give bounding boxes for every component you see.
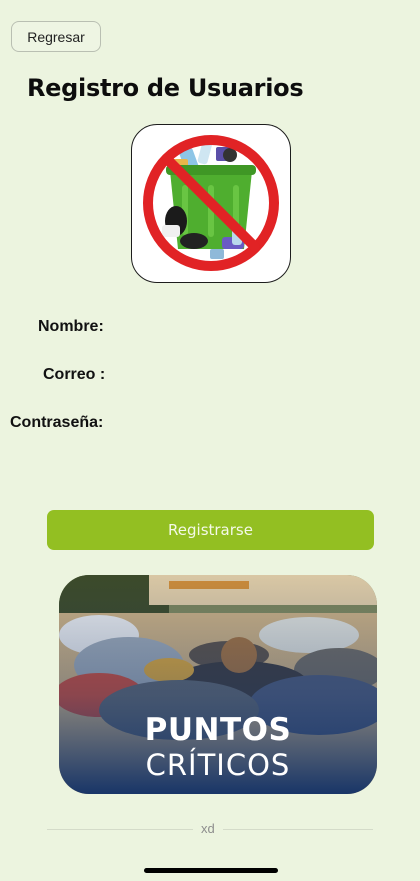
banner-subtitle: CRÍTICOS xyxy=(145,748,291,782)
password-input[interactable] xyxy=(112,411,372,435)
password-label: Contraseña: xyxy=(10,414,104,431)
email-input[interactable] xyxy=(112,363,372,387)
register-button[interactable]: Registrarse xyxy=(47,510,374,550)
no-trash-icon xyxy=(143,135,279,271)
no-trash-logo xyxy=(131,124,291,283)
footer-text: xd xyxy=(193,821,223,836)
critical-points-banner[interactable]: PUNTOS CRÍTICOS xyxy=(59,575,377,794)
name-label: Nombre: xyxy=(38,318,104,335)
home-indicator[interactable] xyxy=(144,868,278,873)
email-label: Correo : xyxy=(43,366,106,383)
name-input[interactable] xyxy=(112,315,372,339)
back-button[interactable]: Regresar xyxy=(11,21,101,52)
banner-title: PUNTOS xyxy=(144,712,292,748)
page-title: Registro de Usuarios xyxy=(27,74,304,102)
